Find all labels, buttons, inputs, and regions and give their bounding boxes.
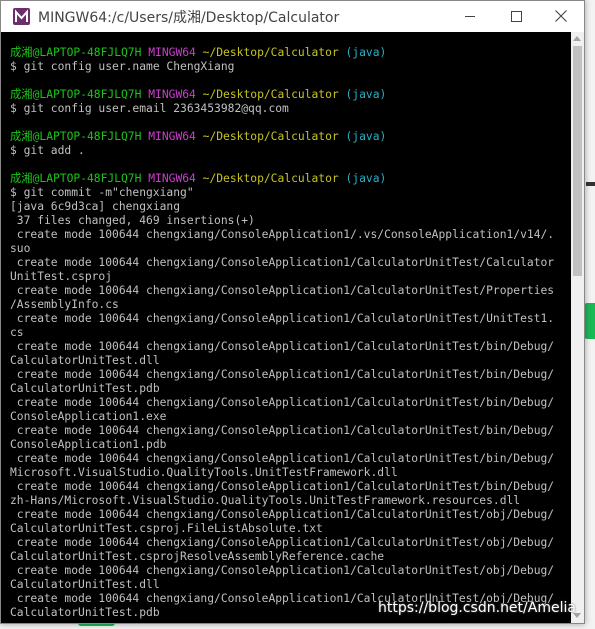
prompt-line: 成湘@LAPTOP-48FJLQ7H MINGW64 ~/Desktop/Cal… bbox=[10, 130, 386, 144]
prompt-user: 成湘@LAPTOP-48FJLQ7H bbox=[10, 46, 142, 59]
background-green-button bbox=[584, 303, 595, 339]
prompt-path: ~/Desktop/Calculator bbox=[202, 130, 339, 143]
output-line: CalculatorUnitTest.csprojResolveAssembly… bbox=[10, 550, 385, 563]
output-line: CalculatorUnitTest.dll bbox=[10, 578, 160, 591]
prompt-host: MINGW64 bbox=[148, 172, 196, 185]
output-line: create mode 100644 chengxiang/ConsoleApp… bbox=[10, 564, 555, 577]
output-line: create mode 100644 chengxiang/ConsoleApp… bbox=[10, 452, 555, 465]
output-line: CalculatorUnitTest.csproj.FileListAbsolu… bbox=[10, 522, 323, 535]
output-line: create mode 100644 chengxiang/ConsoleApp… bbox=[10, 508, 555, 521]
output-line: cs bbox=[10, 326, 24, 339]
prompt-line: 成湘@LAPTOP-48FJLQ7H MINGW64 ~/Desktop/Cal… bbox=[10, 172, 386, 186]
output-line: $ git add . bbox=[10, 144, 85, 157]
minimize-button[interactable] bbox=[447, 1, 493, 32]
prompt-branch: (java) bbox=[345, 130, 387, 143]
prompt-path: ~/Desktop/Calculator bbox=[202, 46, 339, 59]
close-icon bbox=[555, 10, 567, 22]
output-line: ConsoleApplication1.exe bbox=[10, 410, 167, 423]
prompt-branch: (java) bbox=[345, 88, 387, 101]
output-line: create mode 100644 chengxiang/ConsoleApp… bbox=[10, 396, 555, 409]
scroll-thumb[interactable] bbox=[573, 46, 582, 276]
output-line: create mode 100644 chengxiang/ConsoleApp… bbox=[10, 312, 555, 325]
prompt-branch: (java) bbox=[345, 172, 387, 185]
window-title: MINGW64:/c/Users/成湘/Desktop/Calculator bbox=[38, 10, 340, 26]
output-line: $ git config user.email 2363453982@qq.co… bbox=[10, 102, 289, 115]
output-line: create mode 100644 chengxiang/ConsoleApp… bbox=[10, 368, 555, 381]
prompt-host: MINGW64 bbox=[148, 130, 196, 143]
output-line: ConsoleApplication1.pdb bbox=[10, 438, 167, 451]
output-line: suo bbox=[10, 242, 31, 255]
output-line: Microsoft.VisualStudio.QualityTools.Unit… bbox=[10, 466, 398, 479]
output-line: CalculatorUnitTest.pdb bbox=[10, 382, 160, 395]
prompt-path: ~/Desktop/Calculator bbox=[202, 88, 339, 101]
prompt-line: 成湘@LAPTOP-48FJLQ7H MINGW64 ~/Desktop/Cal… bbox=[10, 46, 386, 60]
background-page-fragment bbox=[586, 182, 595, 186]
prompt-user: 成湘@LAPTOP-48FJLQ7H bbox=[10, 88, 142, 101]
close-button[interactable] bbox=[538, 1, 584, 32]
vertical-scrollbar[interactable] bbox=[571, 32, 584, 623]
output-line: create mode 100644 chengxiang/ConsoleApp… bbox=[10, 536, 555, 549]
prompt-path: ~/Desktop/Calculator bbox=[202, 172, 339, 185]
output-line: create mode 100644 chengxiang/ConsoleApp… bbox=[10, 480, 555, 493]
maximize-button[interactable] bbox=[493, 1, 539, 32]
terminal-output[interactable]: 成湘@LAPTOP-48FJLQ7H MINGW64 ~/Desktop/Cal… bbox=[1, 32, 571, 622]
output-line: create mode 100644 chengxiang/ConsoleApp… bbox=[10, 256, 555, 269]
scroll-up-arrow-icon[interactable] bbox=[573, 36, 581, 41]
prompt-user: 成湘@LAPTOP-48FJLQ7H bbox=[10, 172, 142, 185]
output-line: /AssemblyInfo.cs bbox=[10, 298, 119, 311]
output-line: $ git config user.name ChengXiang bbox=[10, 60, 235, 73]
prompt-branch: (java) bbox=[345, 46, 387, 59]
watermark: https://blog.csdn.net/Amelia bbox=[378, 600, 576, 616]
output-line: create mode 100644 chengxiang/ConsoleApp… bbox=[10, 284, 555, 297]
terminal-window: MINGW64:/c/Users/成湘/Desktop/Calculator 成… bbox=[0, 0, 585, 624]
output-line: create mode 100644 chengxiang/ConsoleApp… bbox=[10, 228, 555, 241]
output-line: 37 files changed, 469 insertions(+) bbox=[10, 214, 255, 227]
prompt-host: MINGW64 bbox=[148, 88, 196, 101]
output-line: create mode 100644 chengxiang/ConsoleApp… bbox=[10, 340, 555, 353]
prompt-user: 成湘@LAPTOP-48FJLQ7H bbox=[10, 130, 142, 143]
output-line: create mode 100644 chengxiang/ConsoleApp… bbox=[10, 424, 555, 437]
mingw-icon bbox=[13, 8, 30, 25]
output-line: UnitTest.csproj bbox=[10, 270, 113, 283]
output-line: zh-Hans/Microsoft.VisualStudio.QualityTo… bbox=[10, 494, 521, 507]
prompt-line: 成湘@LAPTOP-48FJLQ7H MINGW64 ~/Desktop/Cal… bbox=[10, 88, 386, 102]
output-line: $ git commit -m"chengxiang" bbox=[10, 186, 194, 199]
output-line: CalculatorUnitTest.pdb bbox=[10, 606, 160, 619]
output-line: CalculatorUnitTest.dll bbox=[10, 354, 160, 367]
prompt-host: MINGW64 bbox=[148, 46, 196, 59]
title-bar[interactable]: MINGW64:/c/Users/成湘/Desktop/Calculator bbox=[1, 1, 584, 32]
output-line: [java 6c9d3ca] chengxiang bbox=[10, 200, 181, 213]
